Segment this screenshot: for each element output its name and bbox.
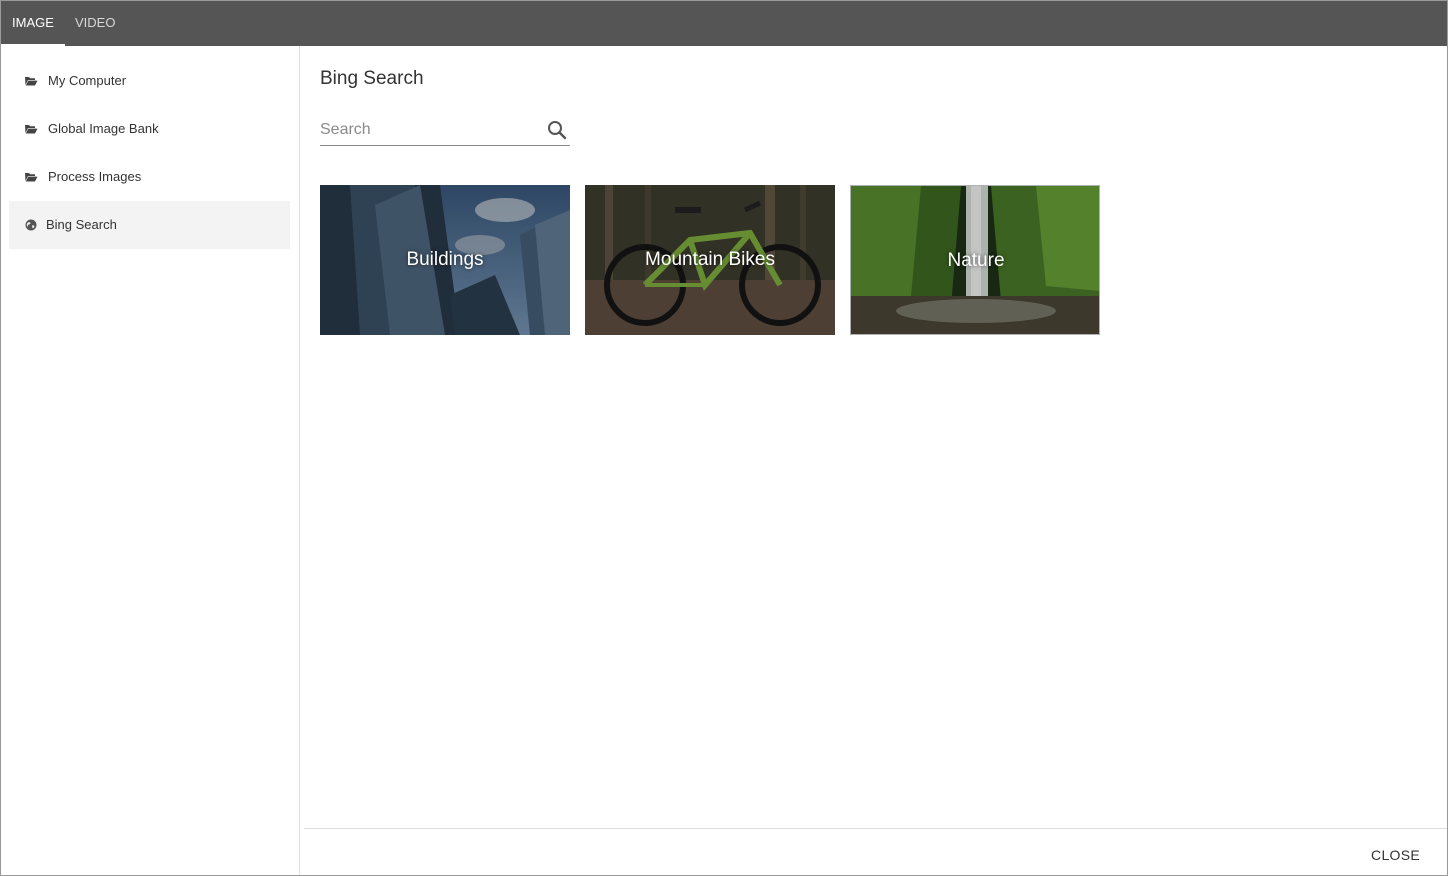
sidebar-item-label: Bing Search <box>46 217 117 232</box>
top-tab-bar: IMAGE VIDEO <box>1 1 1447 46</box>
category-label: Mountain Bikes <box>645 249 775 270</box>
category-label: Nature <box>947 250 1005 271</box>
search-input[interactable] <box>320 118 540 142</box>
sidebar-item-process-images[interactable]: Process Images <box>9 153 290 201</box>
search-icon[interactable] <box>546 119 568 141</box>
folder-open-icon <box>25 77 38 86</box>
folder-open-icon <box>25 173 38 182</box>
sidebar-item-label: Process Images <box>48 169 142 184</box>
category-label: Buildings <box>406 249 484 270</box>
image-picker-dialog: IMAGE VIDEO My Computer Global Image Ban… <box>0 0 1448 876</box>
sidebar-item-label: My Computer <box>48 73 127 88</box>
category-tile-buildings[interactable]: Buildings <box>320 185 570 335</box>
category-tile-mountain-bikes[interactable]: Mountain Bikes <box>585 185 835 335</box>
tab-image[interactable]: IMAGE <box>1 1 65 46</box>
sidebar-item-global-image-bank[interactable]: Global Image Bank <box>9 105 290 153</box>
tab-video[interactable]: VIDEO <box>64 1 126 46</box>
category-tile-nature[interactable]: Nature <box>850 185 1100 335</box>
globe-icon <box>25 219 37 231</box>
sidebar-item-bing-search[interactable]: Bing Search <box>9 201 290 249</box>
close-button[interactable]: CLOSE <box>1371 847 1420 863</box>
page-title: Bing Search <box>320 68 424 89</box>
source-sidebar: My Computer Global Image Bank Process Im… <box>1 46 300 875</box>
sidebar-item-my-computer[interactable]: My Computer <box>9 57 290 105</box>
folder-open-icon <box>25 125 38 134</box>
main-panel: Bing Search Search Buildings Mountain Bi… <box>301 46 1447 828</box>
dialog-footer: CLOSE <box>304 828 1447 875</box>
sidebar-item-label: Global Image Bank <box>48 121 159 136</box>
search-box <box>320 116 570 146</box>
